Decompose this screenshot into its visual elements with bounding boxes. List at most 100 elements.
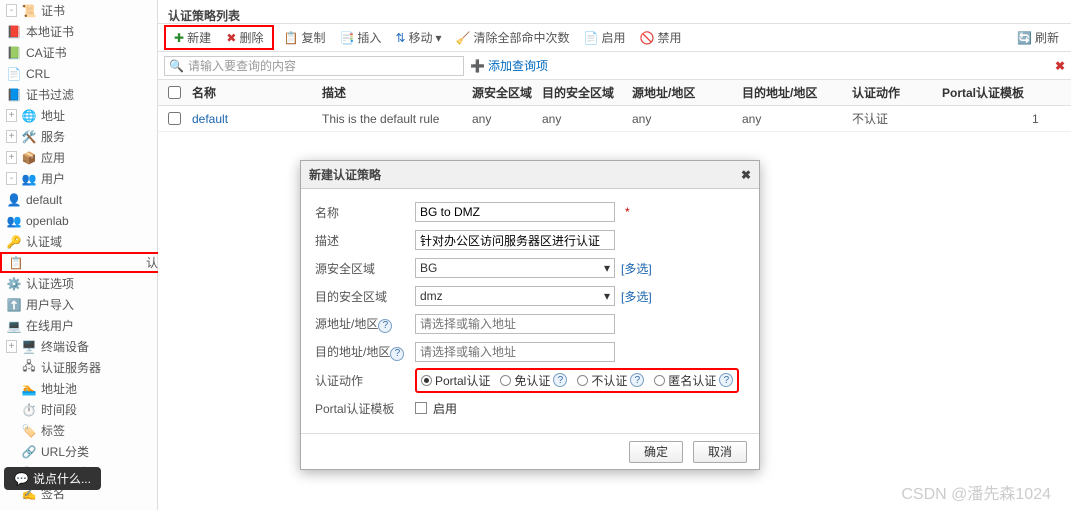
daddr-input[interactable]	[415, 342, 615, 362]
label: 不认证	[591, 372, 627, 389]
dialog-header[interactable]: 新建认证策略 ✖	[301, 161, 759, 189]
col-tpl[interactable]: Portal认证模板	[936, 84, 1026, 101]
label-name: 名称	[315, 204, 415, 221]
sidebar-item-default[interactable]: 👤default	[0, 189, 157, 210]
cell-action: 不认证	[846, 110, 936, 127]
copy-button[interactable]: 📋复制	[278, 27, 332, 48]
label-tpl: Portal认证模板	[315, 400, 415, 417]
col-desc[interactable]: 描述	[316, 84, 466, 101]
label: 地址池	[41, 380, 77, 397]
close-icon[interactable]: ✖	[741, 161, 751, 188]
radio-portal[interactable]: Portal认证	[421, 372, 490, 389]
help-icon[interactable]: ?	[630, 373, 644, 387]
select-all-checkbox[interactable]	[168, 86, 181, 99]
multi-link[interactable]: [多选]	[621, 288, 652, 305]
new-button[interactable]: ✚新建	[168, 27, 217, 48]
pkg-icon: 📦	[21, 150, 37, 166]
label: 本地证书	[26, 23, 74, 40]
name-input[interactable]	[415, 202, 615, 222]
radio-anon[interactable]: 匿名认证?	[654, 372, 733, 389]
label: 免认证	[514, 372, 550, 389]
cancel-button[interactable]: 取消	[693, 441, 747, 463]
label: 新建	[187, 29, 211, 46]
label: 禁用	[657, 29, 681, 46]
expand-toggle[interactable]: +	[6, 109, 17, 122]
book-icon: 📕	[6, 24, 22, 40]
expand-toggle[interactable]: -	[6, 172, 17, 185]
sidebar-item-pool[interactable]: 🏊地址池	[0, 378, 157, 399]
search-input[interactable]: 🔍请输入要查询的内容	[164, 56, 464, 76]
sidebar-item-authdomain[interactable]: 🔑认证域	[0, 231, 157, 252]
refresh-button[interactable]: 🔄刷新	[1011, 27, 1065, 48]
move-button[interactable]: ⇅移动▾	[389, 27, 447, 48]
placeholder: 请输入要查询的内容	[188, 57, 296, 74]
ok-button[interactable]: 确定	[629, 441, 683, 463]
label: 在线用户	[26, 317, 74, 334]
label-action: 认证动作	[315, 372, 415, 389]
highlight-new: ✚新建 ✖删除	[164, 25, 274, 50]
expand-toggle[interactable]: -	[6, 4, 17, 17]
sidebar-group-user[interactable]: -👥用户	[0, 168, 157, 189]
user-icon: 👤	[6, 192, 22, 208]
enable-button[interactable]: 📄启用	[578, 27, 632, 48]
users-icon: 👥	[21, 171, 37, 187]
feedback-bubble[interactable]: 💬说点什么...	[4, 467, 101, 490]
ssec-select[interactable]: BG▾	[415, 258, 615, 278]
expand-toggle[interactable]: +	[6, 340, 17, 353]
clock-icon: ⏱️	[21, 402, 37, 418]
desc-input[interactable]	[415, 230, 615, 250]
close-search-icon[interactable]: ✖	[1055, 59, 1065, 73]
tpl-enable-checkbox[interactable]	[415, 402, 427, 414]
clear-icon: 🧹	[456, 31, 471, 45]
disable-button[interactable]: 🚫禁用	[633, 27, 687, 48]
sidebar-item-url[interactable]: 🔗URL分类	[0, 441, 157, 462]
expand-toggle[interactable]: +	[6, 151, 17, 164]
label: 启用	[601, 29, 625, 46]
sidebar-group-app[interactable]: +📦应用	[0, 147, 157, 168]
delete-button[interactable]: ✖删除	[220, 27, 269, 48]
sidebar-group-addr[interactable]: +🌐地址	[0, 105, 157, 126]
sidebar-item-openlab[interactable]: 👥openlab	[0, 210, 157, 231]
sidebar-item-userimport[interactable]: ⬆️用户导入	[0, 294, 157, 315]
radio-free[interactable]: 免认证?	[500, 372, 567, 389]
table-row[interactable]: default This is the default rule any any…	[158, 106, 1071, 132]
col-daddr[interactable]: 目的地址/地区	[736, 84, 846, 101]
value: dmz	[420, 289, 443, 303]
sidebar-item-crl[interactable]: 📄CRL	[0, 63, 157, 84]
col-saddr[interactable]: 源地址/地区	[626, 84, 736, 101]
sidebar-item-localcert[interactable]: 📕本地证书	[0, 21, 157, 42]
expand-toggle[interactable]: +	[6, 130, 17, 143]
label: 认证选项	[26, 275, 74, 292]
radio-none[interactable]: 不认证?	[577, 372, 644, 389]
sidebar-group-term[interactable]: +🖥️终端设备	[0, 336, 157, 357]
sidebar-item-onlineuser[interactable]: 💻在线用户	[0, 315, 157, 336]
sidebar-item-tag[interactable]: 🏷️标签	[0, 420, 157, 441]
label: 匿名认证	[668, 372, 716, 389]
insert-button[interactable]: 📑插入	[333, 27, 387, 48]
saddr-input[interactable]	[415, 314, 615, 334]
col-action[interactable]: 认证动作	[846, 84, 936, 101]
label-ssec: 源安全区域	[315, 260, 415, 277]
multi-link[interactable]: [多选]	[621, 260, 652, 277]
help-icon[interactable]: ?	[553, 373, 567, 387]
row-checkbox[interactable]	[168, 112, 181, 125]
add-query-link[interactable]: ➕添加查询项	[470, 57, 548, 74]
sidebar-item-authopt[interactable]: ⚙️认证选项	[0, 273, 157, 294]
col-ssec[interactable]: 源安全区域	[466, 84, 536, 101]
sidebar-group-cert[interactable]: - 📜 证书	[0, 0, 157, 21]
sidebar-item-certfilter[interactable]: 📘证书过滤	[0, 84, 157, 105]
clear-button[interactable]: 🧹清除全部命中次数	[450, 27, 576, 48]
scroll-icon: 📜	[21, 3, 37, 19]
help-icon[interactable]: ?	[719, 373, 733, 387]
help-icon[interactable]: ?	[378, 319, 392, 333]
sidebar-group-svc[interactable]: +🛠️服务	[0, 126, 157, 147]
cell-name[interactable]: default	[186, 112, 316, 126]
col-name[interactable]: 名称	[186, 84, 316, 101]
help-icon[interactable]: ?	[390, 347, 404, 361]
col-dsec[interactable]: 目的安全区域	[536, 84, 626, 101]
sidebar-item-cacert[interactable]: 📗CA证书	[0, 42, 157, 63]
pool-icon: 🏊	[21, 381, 37, 397]
dsec-select[interactable]: dmz▾	[415, 286, 615, 306]
sidebar-item-time[interactable]: ⏱️时间段	[0, 399, 157, 420]
sidebar-item-authsrv[interactable]: 🖧认证服务器	[0, 357, 157, 378]
